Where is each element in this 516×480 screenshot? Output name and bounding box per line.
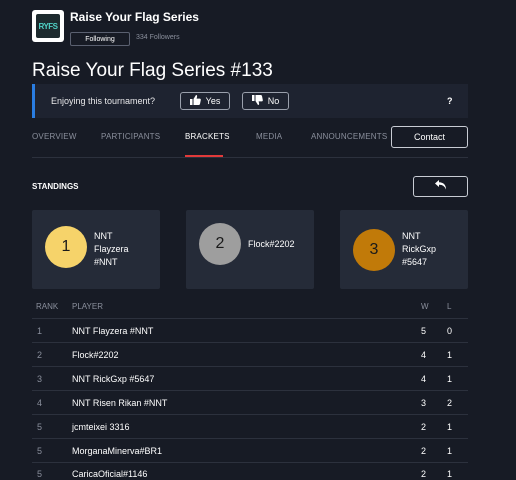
tab-participants[interactable]: PARTICIPANTS (101, 132, 160, 141)
podium-third-line: #5647 (402, 257, 428, 267)
podium-third-name[interactable]: NNT RickGxp #5647 (402, 230, 436, 269)
followers-count: 334 Followers (136, 34, 180, 41)
rank-cell: 5 (37, 422, 43, 432)
standings-title: STANDINGS (32, 182, 79, 191)
no-button[interactable]: No (242, 92, 289, 110)
rank-cell: 4 (37, 398, 43, 408)
tab-announcements[interactable]: ANNOUNCEMENTS (311, 132, 387, 141)
yes-button[interactable]: Yes (180, 92, 230, 110)
wins-cell: 2 (421, 446, 427, 456)
series-logo[interactable]: RYFS (32, 10, 64, 42)
wins-cell: 2 (421, 422, 427, 432)
podium-second-name[interactable]: Flock#2202 (248, 238, 295, 251)
player-cell: jcmteixei 3316 (72, 422, 130, 432)
losses-cell: 2 (447, 398, 453, 408)
series-logo-text: RYFS (36, 14, 60, 38)
table-row[interactable]: 1 NNT Flayzera #NNT 5 0 (32, 318, 468, 342)
podium-first-line: Flayzera (94, 244, 129, 254)
player-cell: Flock#2202 (72, 350, 119, 360)
contact-button[interactable]: Contact (391, 126, 468, 148)
podium-third-line: RickGxp (402, 244, 437, 254)
table-row[interactable]: 3 NNT RickGxp #5647 4 1 (32, 366, 468, 390)
table-row[interactable]: 5 jcmteixei 3316 2 1 (32, 414, 468, 438)
losses-cell: 1 (447, 446, 453, 456)
podium-third-line: NNT (402, 231, 421, 241)
rank-cell: 3 (37, 374, 43, 384)
podium-first-line: NNT (94, 231, 113, 241)
silver-medal: 2 (199, 223, 241, 265)
losses-header: L (447, 302, 452, 311)
table-row[interactable]: 4 NNT Risen Rikan #NNT 3 2 (32, 390, 468, 414)
losses-cell: 1 (447, 422, 453, 432)
podium-second-line: Flock#2202 (248, 239, 295, 249)
page-title: Raise Your Flag Series #133 (32, 60, 273, 81)
tab-media[interactable]: MEDIA (256, 132, 282, 141)
poll-question: Enjoying this tournament? (51, 96, 156, 106)
tabs-divider (32, 157, 468, 158)
back-button[interactable] (413, 176, 468, 197)
undo-arrow-icon (434, 180, 447, 193)
rank-cell: 5 (37, 446, 43, 456)
yes-label: Yes (205, 96, 221, 106)
losses-cell: 0 (447, 326, 453, 336)
wins-cell: 2 (421, 469, 427, 479)
player-header: PLAYER (72, 302, 103, 311)
wins-cell: 5 (421, 326, 427, 336)
player-cell: NNT Risen Rikan #NNT (72, 398, 168, 408)
losses-cell: 1 (447, 374, 453, 384)
wins-cell: 4 (421, 374, 427, 384)
bronze-medal: 3 (353, 229, 395, 271)
thumbs-down-icon (251, 95, 263, 107)
rank-cell: 2 (37, 350, 43, 360)
player-cell: CaricaOficial#1146 (72, 469, 148, 479)
player-cell: MorganaMinerva#BR1 (72, 446, 163, 456)
wins-cell: 3 (421, 398, 427, 408)
losses-cell: 1 (447, 469, 453, 479)
table-row[interactable]: 5 CaricaOficial#1146 2 1 (32, 462, 468, 480)
player-cell: NNT RickGxp #5647 (72, 374, 155, 384)
table-row[interactable]: 5 MorganaMinerva#BR1 2 1 (32, 438, 468, 462)
no-label: No (267, 96, 280, 106)
tab-overview[interactable]: OVERVIEW (32, 132, 77, 141)
wins-cell: 4 (421, 350, 427, 360)
losses-cell: 1 (447, 350, 453, 360)
rank-header: RANK (36, 302, 59, 311)
series-name[interactable]: Raise Your Flag Series (70, 10, 199, 24)
player-cell: NNT Flayzera #NNT (72, 326, 154, 336)
poll-help-button[interactable]: ? (447, 96, 453, 106)
podium-first-line: #NNT (94, 257, 118, 267)
wins-header: W (421, 302, 429, 311)
podium-first-name[interactable]: NNT Flayzera #NNT (94, 230, 129, 269)
rank-cell: 5 (37, 469, 43, 479)
table-row[interactable]: 2 Flock#2202 4 1 (32, 342, 468, 366)
thumbs-up-icon (189, 95, 201, 107)
rank-cell: 1 (37, 326, 43, 336)
following-button[interactable]: Following (70, 32, 130, 46)
tab-brackets[interactable]: BRACKETS (185, 132, 230, 141)
gold-medal: 1 (45, 226, 87, 268)
active-tab-indicator (185, 155, 223, 157)
